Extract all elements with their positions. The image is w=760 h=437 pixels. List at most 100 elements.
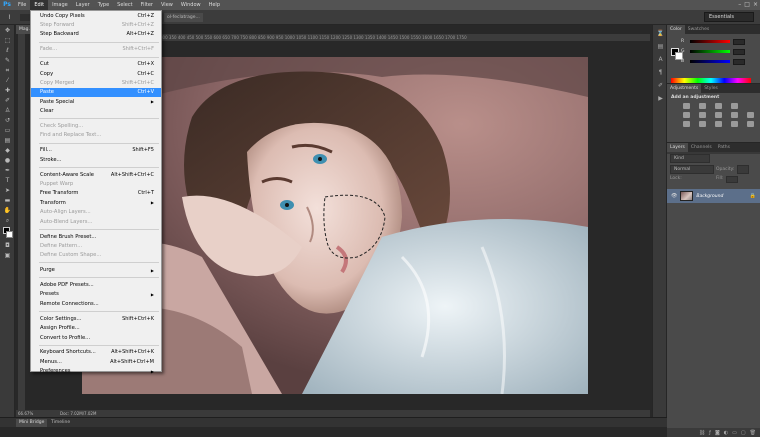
tab-color[interactable]: Color <box>667 25 685 34</box>
levels-icon[interactable] <box>699 103 706 109</box>
workspace-select[interactable]: Essentials <box>704 12 754 22</box>
menu-item-assign-profile[interactable]: Assign Profile... <box>31 323 161 332</box>
tab-timeline[interactable]: Timeline <box>48 419 73 427</box>
tab-layers[interactable]: Layers <box>667 143 688 152</box>
color-balance-icon[interactable] <box>715 112 722 118</box>
green-value-field[interactable] <box>733 48 745 55</box>
blend-mode-select[interactable]: Normal <box>670 165 714 174</box>
layer-name[interactable]: Background <box>696 194 723 199</box>
menu-file[interactable]: File <box>14 0 30 10</box>
lasso-tool-icon[interactable]: ℓ <box>2 46 13 55</box>
menu-item-fill[interactable]: Fill... Shift+F5 <box>31 146 161 155</box>
gradient-tool-icon[interactable]: ▤ <box>2 136 13 145</box>
tab-channels[interactable]: Channels <box>688 143 715 152</box>
add-mask-icon[interactable]: ◙ <box>715 430 720 436</box>
menu-select[interactable]: Select <box>113 0 136 10</box>
new-adjustment-icon[interactable]: ◐ <box>724 430 728 436</box>
close-button[interactable]: × <box>753 0 758 10</box>
menu-item-purge[interactable]: Purge ▶ <box>31 265 161 274</box>
threshold-icon[interactable] <box>715 121 722 127</box>
menu-help[interactable]: Help <box>205 0 224 10</box>
menu-item-free-transform[interactable]: Free Transform Ctrl+T <box>31 189 161 198</box>
path-select-tool-icon[interactable]: ➤ <box>2 186 13 195</box>
zoom-tool-icon[interactable]: ⌕ <box>2 216 13 225</box>
hand-tool-icon[interactable]: ✋ <box>2 206 13 215</box>
menu-item-paste-special[interactable]: Paste Special ▶ <box>31 97 161 106</box>
minimize-button[interactable]: – <box>738 0 741 10</box>
menu-item-paste[interactable]: Paste Ctrl+V <box>31 87 161 98</box>
layer-kind-filter[interactable]: Kind <box>670 154 710 163</box>
tab-paths[interactable]: Paths <box>715 143 733 152</box>
brightness-contrast-icon[interactable] <box>683 103 690 109</box>
menu-item-convert-to-profile[interactable]: Convert to Profile... <box>31 333 161 342</box>
menu-item-transform[interactable]: Transform ▶ <box>31 198 161 207</box>
exposure-icon[interactable] <box>731 103 738 109</box>
maximize-button[interactable]: □ <box>744 0 750 10</box>
crop-tool-icon[interactable]: ⌗ <box>2 66 13 75</box>
menu-item-adobe-pdf-presets[interactable]: Adobe PDF Presets... <box>31 280 161 289</box>
dodge-tool-icon[interactable]: ● <box>2 156 13 165</box>
menu-item-remote-connections[interactable]: Remote Connections... <box>31 299 161 308</box>
new-layer-icon[interactable]: ▢ <box>741 430 746 436</box>
quick-mask-icon[interactable]: ◘ <box>2 241 13 250</box>
hue-saturation-icon[interactable] <box>699 112 706 118</box>
fill-field[interactable] <box>725 176 738 183</box>
photo-filter-icon[interactable] <box>747 112 754 118</box>
vibrance-icon[interactable] <box>683 112 690 118</box>
character-icon[interactable]: A <box>656 55 665 64</box>
shape-tool-icon[interactable]: ▬ <box>2 196 13 205</box>
color-swatches[interactable] <box>2 226 13 240</box>
blue-slider[interactable] <box>690 60 730 63</box>
menu-edit[interactable]: Edit <box>30 0 49 10</box>
black-white-icon[interactable] <box>731 112 738 118</box>
new-group-icon[interactable]: ▭ <box>732 430 737 436</box>
visibility-eye-icon[interactable]: 👁 <box>671 193 677 199</box>
menu-item-define-brush-preset[interactable]: Define Brush Preset... <box>31 232 161 241</box>
delete-layer-icon[interactable]: 🗑 <box>750 430 756 436</box>
menu-layer[interactable]: Layer <box>72 0 94 10</box>
history-icon[interactable]: ⌛ <box>656 29 665 38</box>
menu-item-clear[interactable]: Clear <box>31 107 161 116</box>
menu-item-presets[interactable]: Presets ▶ <box>31 290 161 299</box>
zoom-level[interactable]: 66.67% <box>18 410 33 417</box>
menu-item-keyboard-shortcuts[interactable]: Keyboard Shortcuts... Alt+Shift+Ctrl+K <box>31 348 161 357</box>
move-tool-icon[interactable]: ✥ <box>2 26 13 35</box>
properties-icon[interactable]: ▤ <box>656 42 665 51</box>
lasso-tool-preset-icon[interactable]: ⌇ <box>4 13 15 22</box>
menu-item-cut[interactable]: Cut Ctrl+X <box>31 60 161 69</box>
menu-image[interactable]: Image <box>48 0 72 10</box>
clone-stamp-tool-icon[interactable]: ♙ <box>2 106 13 115</box>
blur-tool-icon[interactable]: ◆ <box>2 146 13 155</box>
posterize-icon[interactable] <box>699 121 706 127</box>
green-slider[interactable] <box>690 50 730 53</box>
tab-swatches[interactable]: Swatches <box>685 25 713 34</box>
tab-mini-bridge[interactable]: Mini Bridge <box>16 419 48 427</box>
menu-item-preferences[interactable]: Preferences ▶ <box>31 367 161 376</box>
menu-item-color-settings[interactable]: Color Settings... Shift+Ctrl+K <box>31 314 161 323</box>
eraser-tool-icon[interactable]: ▭ <box>2 126 13 135</box>
mini-doc-tab[interactable]: ol-feclatrage... <box>164 13 203 22</box>
layer-style-icon[interactable]: ƒ <box>709 430 711 436</box>
healing-tool-icon[interactable]: ✚ <box>2 86 13 95</box>
menu-item-stroke[interactable]: Stroke... <box>31 155 161 164</box>
red-slider[interactable] <box>690 40 730 43</box>
menu-item-step-backward[interactable]: Step Backward Alt+Ctrl+Z <box>31 30 161 39</box>
menu-filter[interactable]: Filter <box>137 0 157 10</box>
background-color-swatch[interactable] <box>6 231 13 238</box>
screen-mode-icon[interactable]: ▣ <box>2 251 13 260</box>
curves-icon[interactable] <box>715 103 722 109</box>
color-spectrum[interactable] <box>671 78 751 83</box>
opacity-field[interactable] <box>736 165 749 174</box>
menu-window[interactable]: Window <box>177 0 205 10</box>
eyedropper-tool-icon[interactable]: ⁄ <box>2 76 13 85</box>
menu-item-menus[interactable]: Menus... Alt+Shift+Ctrl+M <box>31 357 161 366</box>
quick-select-tool-icon[interactable]: ✎ <box>2 56 13 65</box>
actions-icon[interactable]: ▶ <box>656 94 665 103</box>
brush-presets-icon[interactable]: ✐ <box>656 81 665 90</box>
pen-tool-icon[interactable]: ✒ <box>2 166 13 175</box>
menu-view[interactable]: View <box>157 0 177 10</box>
layer-row-background[interactable]: 👁 Background 🔒 <box>667 189 760 203</box>
menu-item-undo-copy-pixels[interactable]: Undo Copy Pixels Ctrl+Z <box>31 11 161 20</box>
gradient-map-icon[interactable] <box>731 121 738 127</box>
menu-item-copy[interactable]: Copy Ctrl+C <box>31 69 161 78</box>
